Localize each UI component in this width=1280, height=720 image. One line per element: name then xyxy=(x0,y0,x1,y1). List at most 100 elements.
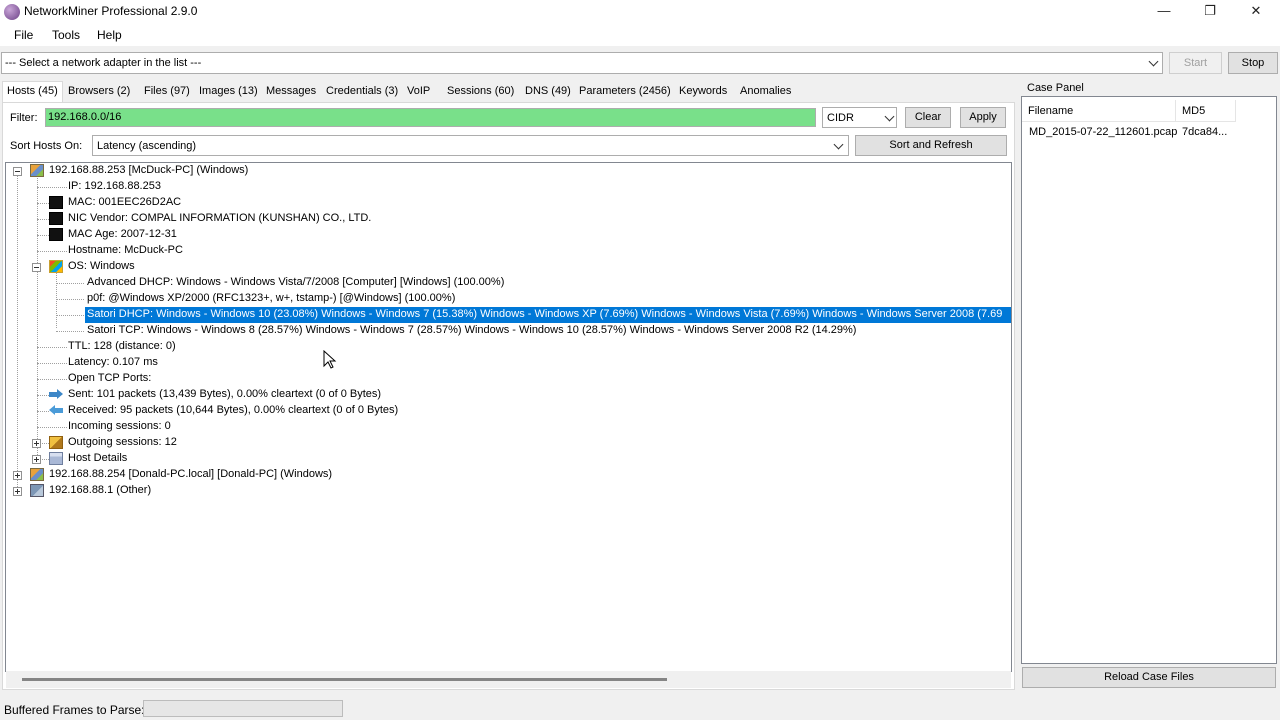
tree-node-outgoing-sessions[interactable]: Outgoing sessions: 12 xyxy=(6,435,306,451)
tab-voip[interactable]: VoIP xyxy=(407,85,430,97)
host-label: 192.168.88.254 [Donald-PC.local] [Donald… xyxy=(49,468,333,480)
network-device-icon xyxy=(30,484,44,497)
host-outgoing-sessions: Outgoing sessions: 12 xyxy=(68,436,177,448)
windows-logo-icon xyxy=(49,260,63,273)
hosts-tree[interactable]: 192.168.88.253 [McDuck-PC] (Windows) IP:… xyxy=(5,162,1012,672)
title-bar: NetworkMiner Professional 2.9.0 — ❐ ✕ xyxy=(0,0,1280,24)
filter-value: 192.168.0.0/16 xyxy=(48,111,122,123)
menu-help[interactable]: Help xyxy=(97,28,122,42)
scrollbar-thumb[interactable] xyxy=(22,678,667,681)
apply-button[interactable]: Apply xyxy=(960,107,1006,128)
host-hostname: Hostname: McDuck-PC xyxy=(68,244,183,256)
host-mac: MAC: 001EEC26D2AC xyxy=(68,196,182,208)
tab-images[interactable]: Images (13) xyxy=(199,85,258,97)
column-header-label: Filename xyxy=(1028,105,1074,117)
tab-browsers[interactable]: Browsers (2) xyxy=(68,85,130,97)
filter-label: Filter: xyxy=(10,112,38,124)
mouse-cursor-icon xyxy=(323,350,337,369)
collapse-icon[interactable] xyxy=(13,167,22,176)
filter-mode-select[interactable]: CIDR xyxy=(822,107,897,128)
os-fingerprint-satori-dhcp: Satori DHCP: Windows - Windows 10 (23.08… xyxy=(87,308,1003,320)
sort-label: Sort Hosts On: xyxy=(10,140,83,152)
tree-node-latency[interactable]: Latency: 0.107 ms xyxy=(6,355,306,371)
tree-node-os[interactable]: OS: Windows xyxy=(6,259,306,275)
host-incoming-sessions: Incoming sessions: 0 xyxy=(68,420,171,432)
window-title: NetworkMiner Professional 2.9.0 xyxy=(24,4,198,18)
case-panel xyxy=(1021,96,1277,664)
menu-file[interactable]: File xyxy=(14,28,33,42)
expand-icon[interactable] xyxy=(13,471,22,480)
clear-button[interactable]: Clear xyxy=(905,107,951,128)
tab-anomalies[interactable]: Anomalies xyxy=(740,85,791,97)
host-received: Received: 95 packets (10,644 Bytes), 0.0… xyxy=(68,404,399,416)
horizontal-scrollbar[interactable] xyxy=(6,671,1011,688)
host-ip: IP: 192.168.88.253 xyxy=(68,180,161,192)
tree-node-host[interactable]: 192.168.88.254 [Donald-PC.local] [Donald… xyxy=(6,467,406,483)
case-panel-title: Case Panel xyxy=(1027,82,1084,94)
tree-node-mac[interactable]: MAC: 001EEC26D2AC xyxy=(6,195,306,211)
tab-files[interactable]: Files (97) xyxy=(144,85,190,97)
menu-bar: File Tools Help xyxy=(0,24,1280,46)
host-open-tcp-ports: Open TCP Ports: xyxy=(68,372,152,384)
buffered-frames-label: Buffered Frames to Parse: xyxy=(4,703,145,717)
filter-mode-value: CIDR xyxy=(827,112,854,124)
start-button[interactable]: Start xyxy=(1169,52,1222,74)
os-fingerprint-p0f: p0f: @Windows XP/2000 (RFC1323+, w+, tst… xyxy=(87,292,456,304)
tab-credentials[interactable]: Credentials (3) xyxy=(326,85,398,97)
reload-case-files-button[interactable]: Reload Case Files xyxy=(1022,667,1276,688)
tree-node-nic-vendor[interactable]: NIC Vendor: COMPAL INFORMATION (KUNSHAN)… xyxy=(6,211,406,227)
expand-icon[interactable] xyxy=(13,487,22,496)
expand-icon[interactable] xyxy=(32,439,41,448)
column-header-md5[interactable]: MD5 xyxy=(1176,100,1236,122)
filter-input[interactable]: 192.168.0.0/16 xyxy=(45,108,816,127)
tab-hosts[interactable]: Hosts (45) xyxy=(7,85,58,97)
stop-button[interactable]: Stop xyxy=(1228,52,1278,74)
chevron-down-icon xyxy=(884,111,895,122)
tab-messages[interactable]: Messages xyxy=(266,85,316,97)
host-details-icon xyxy=(49,452,63,465)
collapse-icon[interactable] xyxy=(32,263,41,272)
sort-select[interactable]: Latency (ascending) xyxy=(92,135,849,156)
tab-sessions[interactable]: Sessions (60) xyxy=(447,85,514,97)
tree-node-os-fingerprint[interactable]: Satori TCP: Windows - Windows 8 (28.57%)… xyxy=(6,323,906,339)
expand-icon[interactable] xyxy=(32,455,41,464)
column-header-filename[interactable]: Filename xyxy=(1022,100,1176,122)
case-file-md5[interactable]: 7dca84... xyxy=(1182,126,1227,138)
tab-parameters[interactable]: Parameters (2456) xyxy=(579,85,671,97)
tree-node-host-details[interactable]: Host Details xyxy=(6,451,306,467)
network-adapter-placeholder: --- Select a network adapter in the list… xyxy=(5,57,202,69)
host-sent: Sent: 101 packets (13,439 Bytes), 0.00% … xyxy=(68,388,382,400)
tab-keywords[interactable]: Keywords xyxy=(679,85,727,97)
tree-node-hostname[interactable]: Hostname: McDuck-PC xyxy=(6,243,306,259)
host-label: 192.168.88.253 [McDuck-PC] (Windows) xyxy=(49,164,249,176)
sort-and-refresh-button[interactable]: Sort and Refresh xyxy=(855,135,1007,156)
nic-icon xyxy=(49,212,63,225)
close-button[interactable]: ✕ xyxy=(1233,0,1279,24)
host-details: Host Details xyxy=(68,452,128,464)
tree-node-incoming-sessions[interactable]: Incoming sessions: 0 xyxy=(6,419,306,435)
tree-node-host[interactable]: 192.168.88.253 [McDuck-PC] (Windows) xyxy=(6,163,406,179)
tree-node-mac-age[interactable]: MAC Age: 2007-12-31 xyxy=(6,227,306,243)
case-file-name[interactable]: MD_2015-07-22_112601.pcap xyxy=(1029,126,1177,138)
tree-node-open-tcp-ports[interactable]: Open TCP Ports: xyxy=(6,371,306,387)
session-icon xyxy=(49,436,63,449)
network-adapter-select[interactable]: --- Select a network adapter in the list… xyxy=(1,52,1163,74)
sort-value: Latency (ascending) xyxy=(97,140,197,152)
tree-node-ip[interactable]: IP: 192.168.88.253 xyxy=(6,179,306,195)
tree-node-os-fingerprint[interactable]: p0f: @Windows XP/2000 (RFC1323+, w+, tst… xyxy=(6,291,606,307)
tree-node-received[interactable]: Received: 95 packets (10,644 Bytes), 0.0… xyxy=(6,403,506,419)
column-header-label: MD5 xyxy=(1182,105,1206,117)
tree-node-sent[interactable]: Sent: 101 packets (13,439 Bytes), 0.00% … xyxy=(6,387,506,403)
tree-node-ttl[interactable]: TTL: 128 (distance: 0) xyxy=(6,339,306,355)
tab-dns[interactable]: DNS (49) xyxy=(525,85,571,97)
tree-node-os-fingerprint-selected[interactable]: Satori DHCP: Windows - Windows 10 (23.08… xyxy=(85,307,1011,323)
windows-host-icon xyxy=(30,468,44,481)
tree-node-host[interactable]: 192.168.88.1 (Other) xyxy=(6,483,306,499)
host-nic-vendor: NIC Vendor: COMPAL INFORMATION (KUNSHAN)… xyxy=(68,212,372,224)
host-latency: Latency: 0.107 ms xyxy=(68,356,158,368)
tree-node-os-fingerprint[interactable]: Advanced DHCP: Windows - Windows Vista/7… xyxy=(6,275,606,291)
chevron-down-icon xyxy=(1148,56,1159,67)
minimize-button[interactable]: — xyxy=(1141,0,1187,24)
menu-tools[interactable]: Tools xyxy=(52,28,80,42)
maximize-button[interactable]: ❐ xyxy=(1187,0,1233,24)
